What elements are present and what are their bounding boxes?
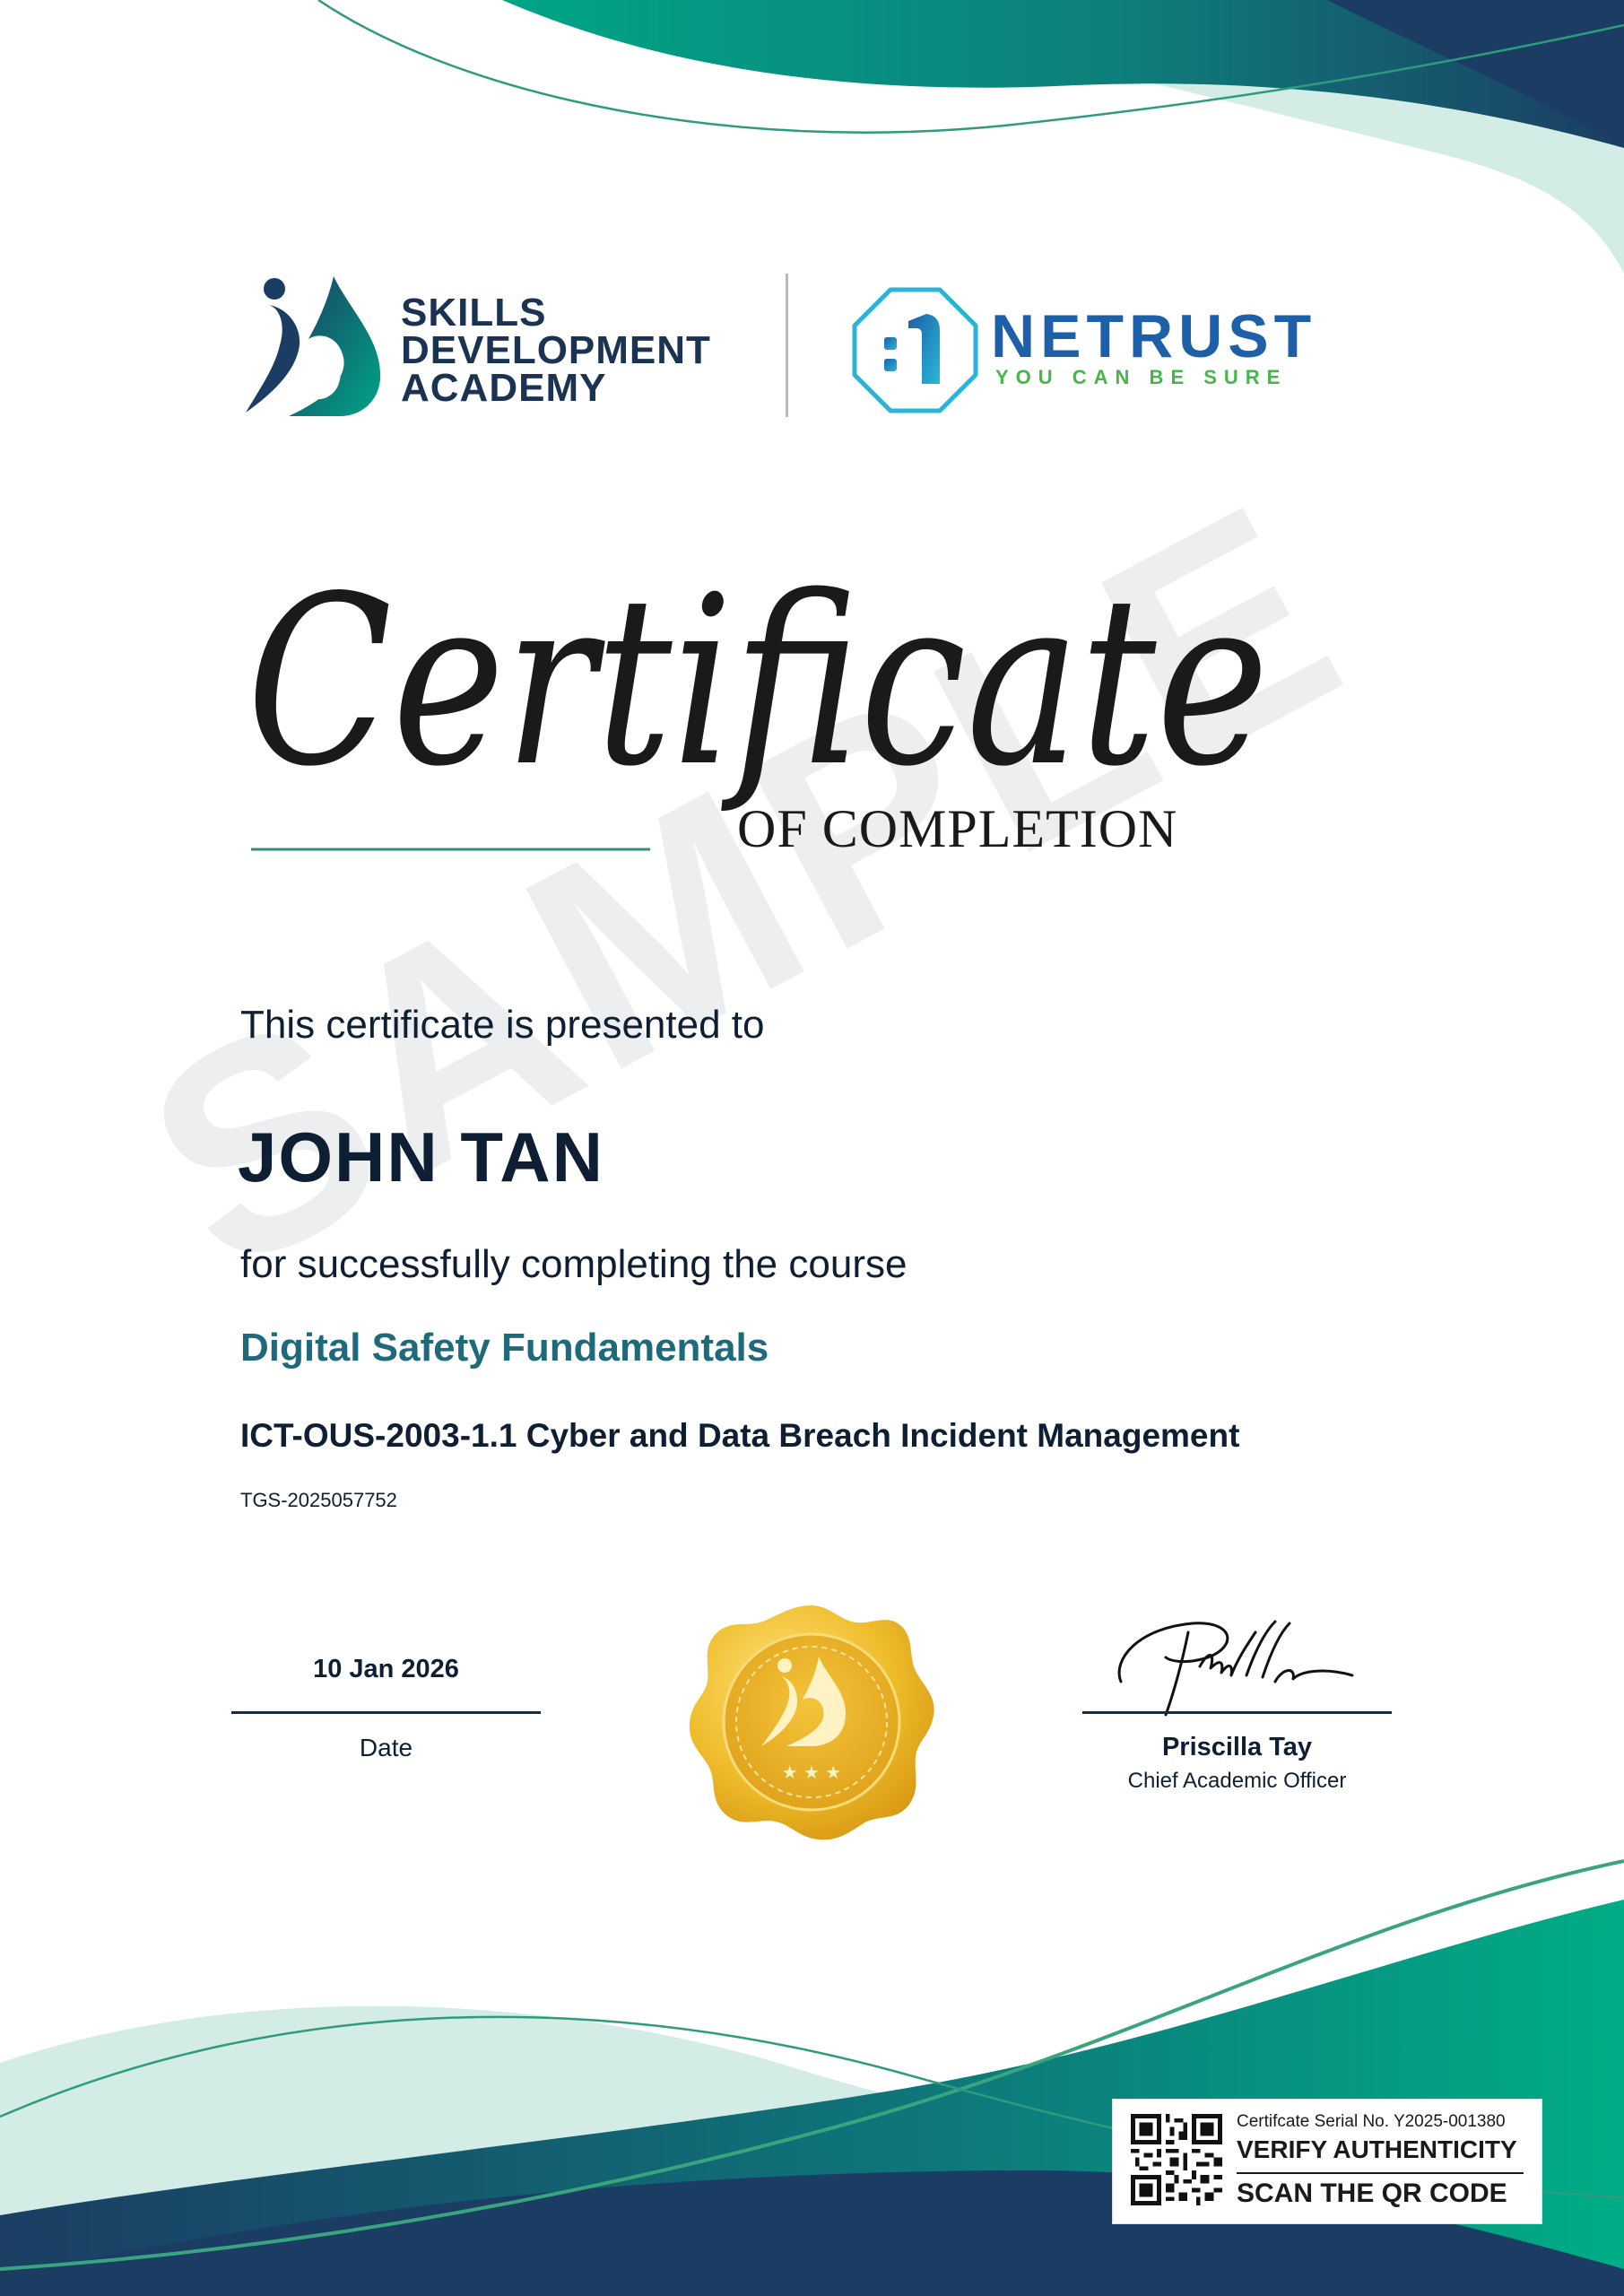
sda-logo-line: ACADEMY — [401, 366, 607, 410]
qr-code-icon[interactable] — [1131, 2114, 1222, 2205]
netrust-hexagon-icon — [852, 287, 978, 413]
certificate-title-text: Certificate — [247, 556, 1269, 818]
verify-authenticity-label: VERIFY AUTHENTICITY — [1237, 2135, 1517, 2163]
signature-icon — [1117, 1620, 1354, 1717]
course-name: Digital Safety Fundamentals — [240, 1326, 769, 1370]
date-label: Date — [359, 1734, 413, 1761]
netrust-tagline: YOU CAN BE SURE — [995, 366, 1288, 388]
date-line — [231, 1711, 541, 1714]
svg-text:★ ★ ★: ★ ★ ★ — [782, 1761, 842, 1783]
course-code: TGS-2025057752 — [240, 1489, 397, 1511]
gold-seal-icon: ★ ★ ★ — [689, 1605, 934, 1840]
signature-line — [1082, 1711, 1392, 1714]
sda-logo-line: DEVELOPMENT — [401, 328, 711, 372]
scan-qr-label: SCAN THE QR CODE — [1237, 2179, 1507, 2208]
verification-box: Certifcate Serial No. Y2025-001380 VERIF… — [1112, 2099, 1542, 2224]
completion-date: 10 Jan 2026 — [313, 1655, 459, 1683]
sda-academy-icon — [246, 276, 381, 417]
qr-box-divider — [1237, 2172, 1524, 2174]
netrust-name: NETRUST — [991, 302, 1317, 370]
recipient-name: JOHN TAN — [238, 1118, 604, 1196]
signer-name: Priscilla Tay — [1161, 1733, 1313, 1761]
skills-development-academy-logo: SKILLS DEVELOPMENT ACADEMY — [244, 269, 746, 422]
sda-logo-line: SKILLS — [401, 291, 547, 335]
completion-text: for successfully completing the course — [240, 1242, 908, 1286]
logo-divider — [786, 274, 788, 417]
netrust-logo: NETRUST YOU CAN BE SURE — [850, 285, 1316, 415]
presented-to-text: This certificate is presented to — [240, 1003, 765, 1047]
signer-title: Chief Academic Officer — [1127, 1769, 1347, 1793]
certificate-subtitle: OF COMPLETION — [737, 799, 1178, 858]
certificate-serial-number: Certifcate Serial No. Y2025-001380 — [1237, 2112, 1506, 2131]
module-name: ICT-OUS-2003-1.1 Cyber and Data Breach I… — [240, 1417, 1240, 1454]
